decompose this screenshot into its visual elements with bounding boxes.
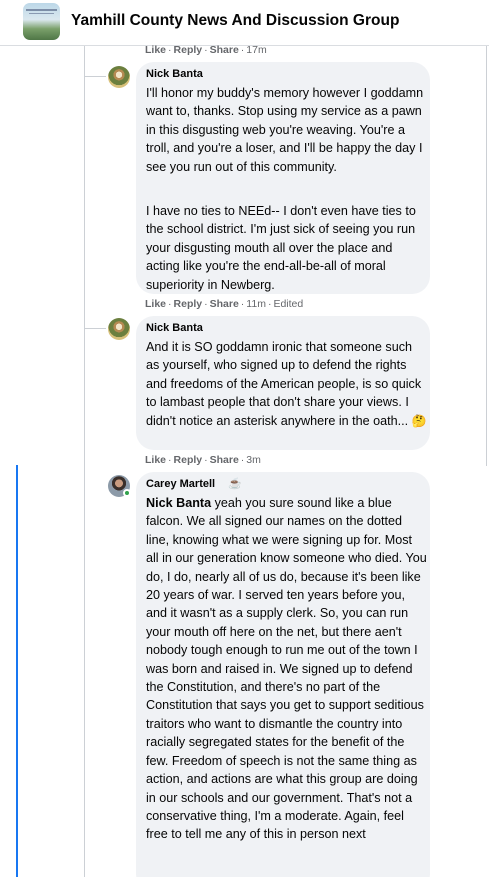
avatar[interactable]: [108, 318, 130, 340]
comment-text: I have no ties to NEEd-- I don't even ha…: [146, 204, 416, 292]
reply-link[interactable]: Reply: [174, 44, 203, 56]
thinking-face-icon: 🤔: [411, 413, 427, 428]
comment-text-content: And it is SO goddamn ironic that someone…: [146, 340, 422, 428]
comment-text-content: yeah you sure sound like a blue falcon. …: [146, 496, 427, 842]
mention-link[interactable]: Nick Banta: [146, 496, 211, 510]
reply-link[interactable]: Reply: [174, 298, 203, 310]
share-link[interactable]: Share: [210, 44, 239, 56]
share-link[interactable]: Share: [210, 454, 239, 466]
timestamp[interactable]: 17m: [246, 44, 266, 56]
timestamp[interactable]: 11m: [246, 298, 266, 310]
online-status-icon: [123, 489, 131, 497]
group-title[interactable]: Yamhill County News And Discussion Group: [71, 12, 399, 30]
comment-author[interactable]: Carey Martell: [146, 478, 215, 490]
comment-bubble: Nick Banta I'll honor my buddy's memory …: [136, 62, 430, 294]
share-link[interactable]: Share: [210, 298, 239, 310]
thread-line-outer: [84, 46, 85, 877]
comment-text: And it is SO goddamn ironic that someone…: [146, 338, 428, 430]
group-cover-icon[interactable]: [23, 3, 60, 40]
comment-bubble: Carey Martell ☕ Nick Banta yeah you sure…: [136, 472, 430, 877]
scroll-edge: [486, 46, 487, 466]
comment-author[interactable]: Nick Banta: [146, 68, 203, 80]
comment-author[interactable]: Nick Banta: [146, 322, 203, 334]
like-link[interactable]: Like: [145, 298, 166, 310]
comment-text: I'll honor my buddy's memory however I g…: [146, 86, 424, 174]
like-link[interactable]: Like: [145, 44, 166, 56]
timestamp[interactable]: 3m: [246, 454, 261, 466]
comment-bubble: Nick Banta And it is SO goddamn ironic t…: [136, 316, 430, 450]
group-header: Yamhill County News And Discussion Group: [0, 0, 489, 46]
comment-text: Nick Banta yeah you sure sound like a bl…: [146, 494, 428, 844]
edited-label[interactable]: Edited: [273, 298, 303, 310]
reply-link[interactable]: Reply: [174, 454, 203, 466]
thread-line-branch: [84, 76, 106, 77]
avatar[interactable]: [108, 66, 130, 88]
thread-line-branch: [84, 328, 106, 329]
comment-actions: Like · Reply · Share · 11m · Edited: [145, 298, 304, 310]
like-link[interactable]: Like: [145, 454, 166, 466]
highlight-thread-line: [16, 465, 18, 877]
coffee-cup-icon: ☕: [228, 478, 242, 490]
comment-actions-previous: Like · Reply · Share · 17m: [145, 44, 267, 56]
comment-actions: Like · Reply · Share · 3m: [145, 454, 261, 466]
